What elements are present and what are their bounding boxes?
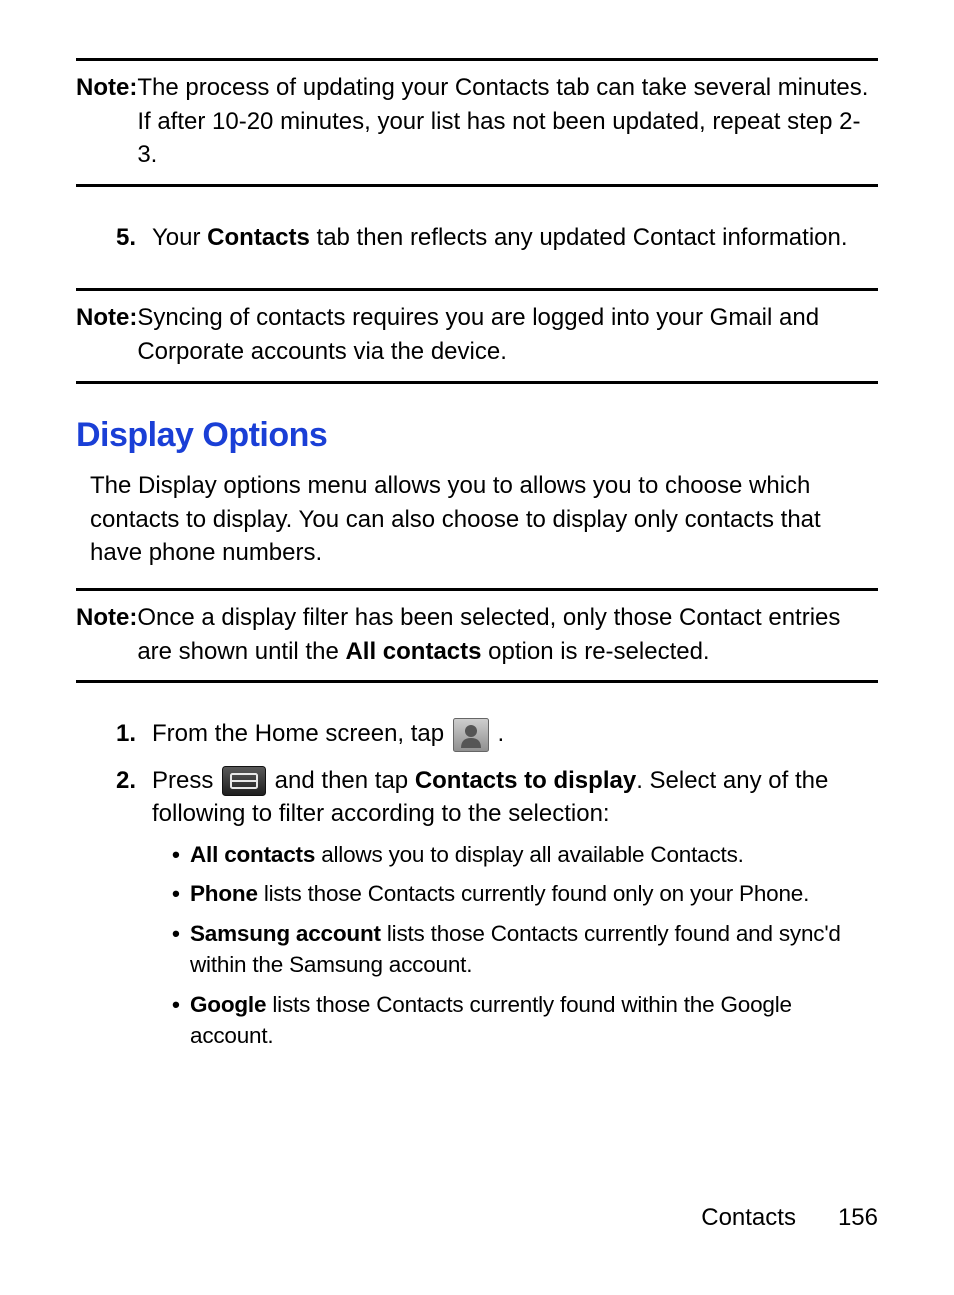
bullet-dot: • <box>172 918 190 981</box>
bullet-dot: • <box>172 989 190 1052</box>
step1-num: 1. <box>76 717 152 752</box>
step1-pre: From the Home screen, tap <box>152 720 451 747</box>
note-block-2: Note: Syncing of contacts requires you a… <box>76 291 878 380</box>
step-2: 2. Press and then tap Contacts to displa… <box>76 758 878 1066</box>
contacts-icon <box>453 718 489 752</box>
section-heading: Display Options <box>76 412 878 460</box>
bullet-text: lists those Contacts currently found onl… <box>258 881 809 906</box>
bullet-bold: All contacts <box>190 842 315 867</box>
note1-label: Note: <box>76 71 137 172</box>
bullet-item: • All contacts allows you to display all… <box>152 839 878 871</box>
bullet-text: allows you to display all available Cont… <box>315 842 744 867</box>
footer-page: 156 <box>838 1204 878 1231</box>
step1-post: . <box>491 720 504 747</box>
note2-text: Syncing of contacts requires you are log… <box>137 301 878 368</box>
rule <box>76 381 878 384</box>
bullet-bold: Google <box>190 992 266 1017</box>
step2-pre: Press <box>152 767 220 794</box>
bullet-item: • Phone lists those Contacts currently f… <box>152 878 878 910</box>
note3-body: Once a display filter has been selected,… <box>137 601 878 668</box>
intro-paragraph: The Display options menu allows you to a… <box>76 469 878 570</box>
note3-label: Note: <box>76 601 137 668</box>
bullet-dot: • <box>172 839 190 871</box>
rule <box>76 680 878 683</box>
note2-label: Note: <box>76 301 137 368</box>
step-1: 1. From the Home screen, tap . <box>76 711 878 758</box>
bullet-bold: Phone <box>190 881 258 906</box>
step5-num: 5. <box>76 221 152 255</box>
note3-bold: All contacts <box>345 638 481 665</box>
step2-bold: Contacts to display <box>415 767 636 794</box>
step5-pre: Your <box>152 224 207 251</box>
step2-body: Press and then tap Contacts to display. … <box>152 764 878 1060</box>
step-5: 5. Your Contacts tab then reflects any u… <box>76 215 878 261</box>
rule <box>76 184 878 187</box>
note-block-1: Note: The process of updating your Conta… <box>76 61 878 184</box>
step2-num: 2. <box>76 764 152 1060</box>
note-block-3: Note: Once a display filter has been sel… <box>76 591 878 680</box>
step1-body: From the Home screen, tap . <box>152 717 878 752</box>
bullet-item: • Samsung account lists those Contacts c… <box>152 918 878 981</box>
bullet-bold: Samsung account <box>190 921 381 946</box>
step2-mid: and then tap <box>268 767 415 794</box>
step5-bold: Contacts <box>207 224 310 251</box>
bullet-item: • Google lists those Contacts currently … <box>152 989 878 1052</box>
menu-icon <box>222 766 266 796</box>
bullet-dot: • <box>172 878 190 910</box>
page-footer: Contacts 156 <box>701 1201 878 1235</box>
bullet-text: lists those Contacts currently found wit… <box>190 992 792 1049</box>
footer-section: Contacts <box>701 1204 796 1231</box>
note1-text: The process of updating your Contacts ta… <box>137 71 878 172</box>
step5-body: Your Contacts tab then reflects any upda… <box>152 221 878 255</box>
note3-post: option is re-selected. <box>481 638 709 665</box>
step5-post: tab then reflects any updated Contact in… <box>310 224 848 251</box>
